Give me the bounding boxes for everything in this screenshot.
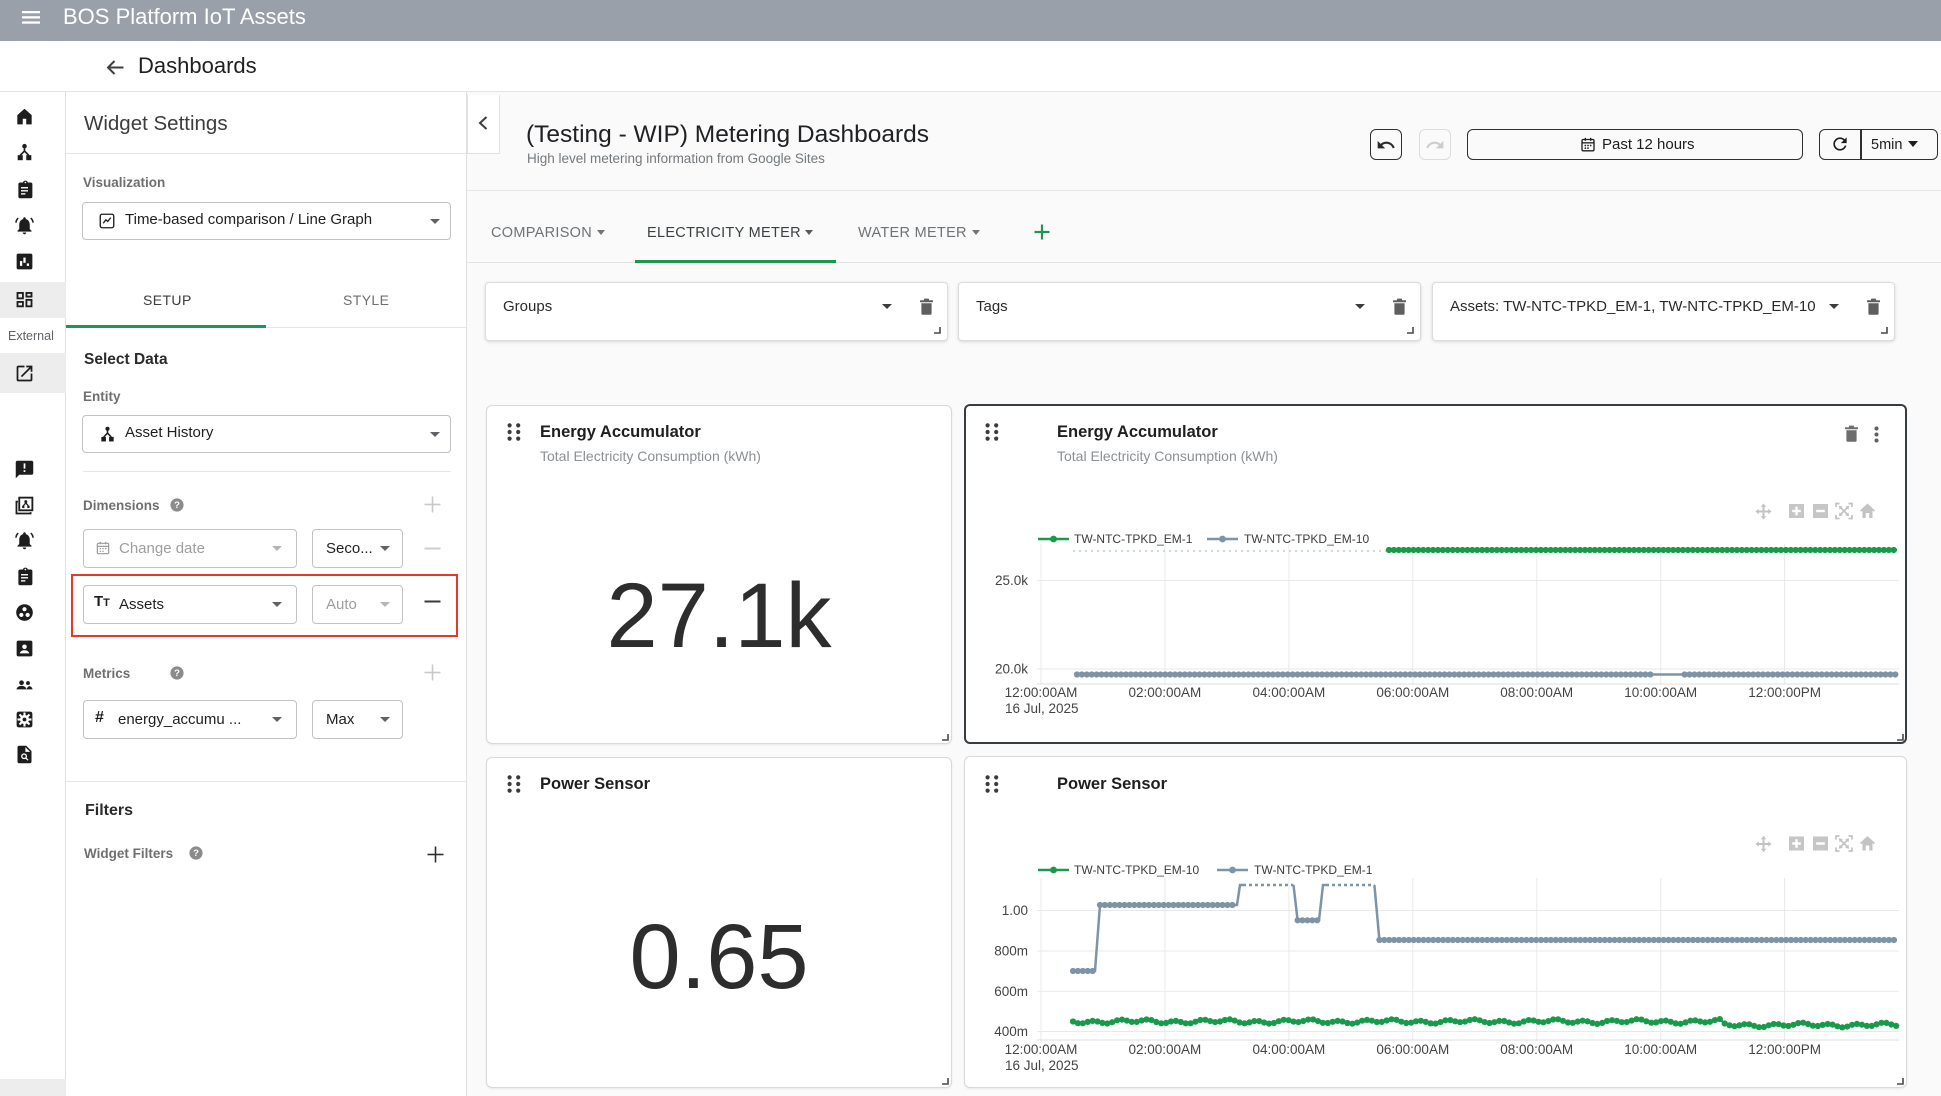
svg-text:02:00:00AM: 02:00:00AM bbox=[1128, 1042, 1201, 1057]
svg-text:TW-NTC-TPKD_EM-10: TW-NTC-TPKD_EM-10 bbox=[1074, 863, 1199, 877]
svg-text:25.0k: 25.0k bbox=[995, 573, 1028, 588]
svg-text:1.00: 1.00 bbox=[1002, 903, 1028, 918]
svg-text:06:00:00AM: 06:00:00AM bbox=[1376, 685, 1449, 700]
svg-text:600m: 600m bbox=[994, 984, 1028, 999]
svg-text:400m: 400m bbox=[994, 1024, 1028, 1039]
svg-text:02:00:00AM: 02:00:00AM bbox=[1128, 685, 1201, 700]
svg-text:TW-NTC-TPKD_EM-1: TW-NTC-TPKD_EM-1 bbox=[1254, 863, 1373, 877]
svg-text:08:00:00AM: 08:00:00AM bbox=[1500, 1042, 1573, 1057]
svg-text:04:00:00AM: 04:00:00AM bbox=[1252, 685, 1325, 700]
svg-text:10:00:00AM: 10:00:00AM bbox=[1624, 685, 1697, 700]
svg-text:06:00:00AM: 06:00:00AM bbox=[1376, 1042, 1449, 1057]
svg-text:12:00:00AM: 12:00:00AM bbox=[1005, 685, 1078, 700]
svg-text:04:00:00AM: 04:00:00AM bbox=[1252, 1042, 1325, 1057]
svg-text:800m: 800m bbox=[994, 944, 1028, 959]
svg-text:16 Jul, 2025: 16 Jul, 2025 bbox=[1005, 1058, 1079, 1073]
svg-text:TW-NTC-TPKD_EM-10: TW-NTC-TPKD_EM-10 bbox=[1244, 532, 1369, 546]
svg-text:10:00:00AM: 10:00:00AM bbox=[1624, 1042, 1697, 1057]
svg-text:12:00:00PM: 12:00:00PM bbox=[1748, 685, 1821, 700]
svg-text:08:00:00AM: 08:00:00AM bbox=[1500, 685, 1573, 700]
svg-text:TW-NTC-TPKD_EM-1: TW-NTC-TPKD_EM-1 bbox=[1074, 532, 1193, 546]
svg-text:?: ? bbox=[174, 500, 180, 511]
svg-text:?: ? bbox=[193, 848, 199, 859]
svg-text:16 Jul, 2025: 16 Jul, 2025 bbox=[1005, 701, 1079, 716]
svg-text:20.0k: 20.0k bbox=[995, 662, 1028, 677]
svg-text:?: ? bbox=[174, 668, 180, 679]
svg-text:12:00:00AM: 12:00:00AM bbox=[1005, 1042, 1078, 1057]
svg-text:12:00:00PM: 12:00:00PM bbox=[1748, 1042, 1821, 1057]
